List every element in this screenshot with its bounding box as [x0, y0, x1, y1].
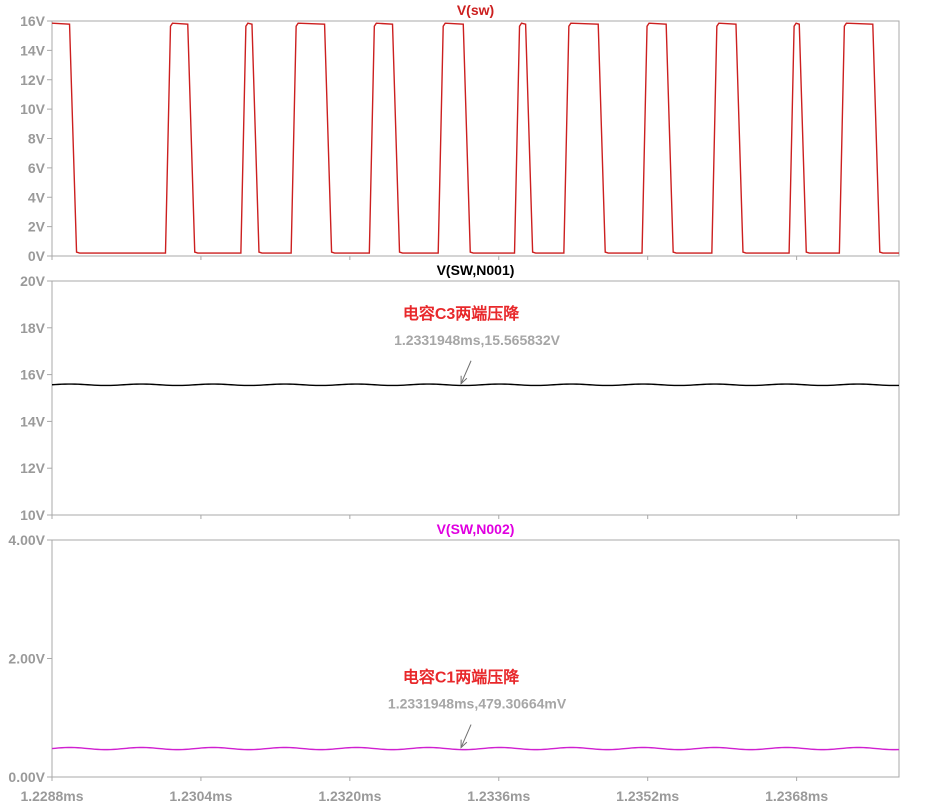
- trace-title: V(sw): [457, 2, 494, 18]
- annotation-label: 电容C1两端压降: [403, 668, 520, 687]
- x-tick-label: 1.2304ms: [169, 788, 232, 804]
- x-tick-label: 1.2368ms: [765, 788, 828, 804]
- y-tick-label: 14V: [20, 42, 46, 58]
- y-tick-label: 0.00V: [8, 769, 45, 785]
- y-tick-label: 4.00V: [8, 532, 45, 548]
- x-tick-label: 1.2352ms: [616, 788, 679, 804]
- plot-pane-2: 10V 12V 14V 16V 18V 20V V(SW,N001) 电容C3两端压降 1.23…: [20, 262, 900, 523]
- y-tick-label: 18V: [20, 320, 46, 336]
- y-tick-label: 2V: [28, 219, 46, 235]
- x-tick-label: 1.2288ms: [20, 788, 83, 804]
- trace-v-sw-n001-: [52, 383, 899, 387]
- annotation-label: 电容C3两端压降: [403, 304, 520, 323]
- plot-frame: [51, 20, 900, 257]
- y-tick-label: 16V: [20, 13, 46, 29]
- x-tick-label: 1.2320ms: [318, 788, 381, 804]
- y-tick-label: 12V: [20, 72, 46, 88]
- y-tick-label: 2.00V: [8, 651, 45, 667]
- cursor-arrow: [460, 360, 472, 384]
- waveform-viewer: 0V2V4V6V8V10V12V14V16VV(sw)10V12V14V16V1…: [8, 2, 900, 804]
- y-tick-label: 20V: [20, 273, 46, 289]
- y-tick-label: 14V: [20, 413, 46, 429]
- y-tick-label: 4V: [28, 189, 46, 205]
- y-tick-label: 12V: [20, 460, 46, 476]
- y-tick-label: 8V: [28, 131, 46, 147]
- y-tick-label: 10V: [20, 507, 46, 523]
- cursor-readout: 1.2331948ms,479.30664mV: [388, 696, 567, 712]
- trace-v-sw-: [52, 22, 899, 254]
- trace-v-sw-n002-: [52, 746, 899, 751]
- y-tick-label: 0V: [28, 248, 46, 264]
- y-tick-label: 16V: [20, 367, 46, 383]
- cursor-arrow: [460, 724, 472, 748]
- plot-pane-3: 0.00V 2.00V 4.00V V(SW,N002) 电容C1两端压降 1.23319…: [8, 521, 900, 785]
- y-tick-label: 6V: [28, 160, 46, 176]
- x-tick-label: 1.2336ms: [467, 788, 530, 804]
- plot-pane-1: 0V 2V 4V 6V 8V 10V 12V 14V 16V V(sw): [20, 2, 900, 264]
- trace-title: V(SW,N001): [437, 262, 515, 278]
- cursor-readout: 1.2331948ms,15.565832V: [394, 332, 560, 348]
- trace-title: V(SW,N002): [437, 521, 515, 537]
- y-tick-label: 10V: [20, 101, 46, 117]
- plot-frame: [51, 539, 900, 778]
